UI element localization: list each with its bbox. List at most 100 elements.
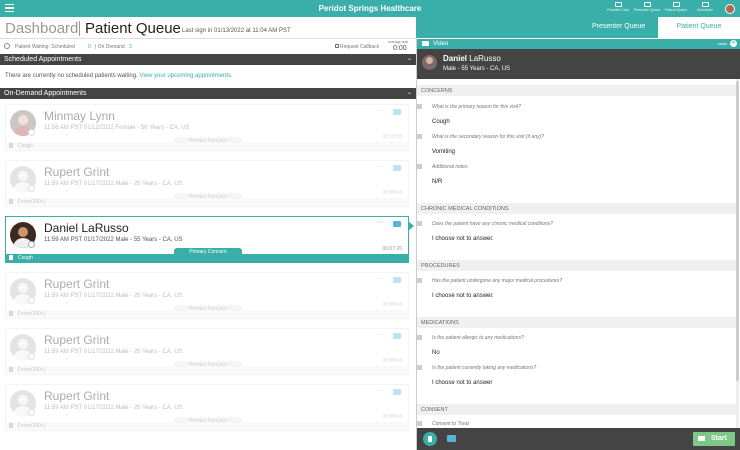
clipboard-icon xyxy=(9,199,13,204)
question: Consent to Treat xyxy=(417,421,469,427)
chat-icon[interactable] xyxy=(393,221,401,227)
clipboard-icon xyxy=(428,436,432,442)
start-button[interactable]: Start xyxy=(693,432,735,446)
more-options-icon[interactable]: ··· xyxy=(377,387,384,394)
wait-time: 00:10:53 xyxy=(382,134,402,140)
request-callback-button[interactable]: Request Callback xyxy=(340,44,379,50)
patient-name: Rupert Grint xyxy=(44,389,110,403)
queue-status-bar: Patient Waiting: Scheduled 0 | On Demand… xyxy=(0,38,416,54)
patient-card[interactable]: Rupert Grint 11:59 AM PST 01/17/2022 Mal… xyxy=(5,384,409,431)
dashboard-breadcrumb[interactable]: Dashboard xyxy=(5,20,78,37)
tab-presenter-queue[interactable]: Presenter Queue xyxy=(592,23,645,30)
chevron-down-icon[interactable]: ⌄ xyxy=(407,55,412,62)
chat-icon[interactable] xyxy=(393,333,401,339)
clipboard-button[interactable] xyxy=(423,432,437,446)
patient-card[interactable]: Rupert Grint 11:59 AM PST 01/17/2022 Mal… xyxy=(5,160,409,207)
patient-name: Daniel LaRusso xyxy=(44,221,129,235)
more-options-icon[interactable]: ··· xyxy=(377,163,384,170)
provider-chat-button[interactable]: Provider Chat xyxy=(603,2,633,12)
scheduler-button[interactable]: Scheduler xyxy=(690,2,720,12)
checkbox[interactable] xyxy=(417,421,422,426)
checkbox[interactable] xyxy=(417,221,422,226)
close-label[interactable]: close xyxy=(718,41,727,46)
checkbox[interactable] xyxy=(417,164,422,169)
device-icon xyxy=(28,353,35,360)
concern-bar: Cough xyxy=(6,142,408,150)
clipboard-icon xyxy=(9,423,13,428)
chat-icon[interactable] xyxy=(447,435,456,442)
device-icon xyxy=(28,409,35,416)
patient-meta: Male - 55 Years - CA, US xyxy=(443,66,511,72)
chat-icon[interactable] xyxy=(393,165,401,171)
answer: I choose not to answer xyxy=(432,380,493,386)
queue-tabs: Presenter Queue Patient Queue xyxy=(416,17,740,38)
patient-card-selected[interactable]: Daniel LaRusso 11:59 AM PST 01/17/2022 M… xyxy=(5,216,414,263)
checkbox[interactable] xyxy=(417,134,422,139)
scrollbar[interactable] xyxy=(736,79,739,428)
user-avatar[interactable] xyxy=(725,4,735,14)
chat-icon[interactable] xyxy=(393,109,401,115)
patient-meta: 11:56 AM PST 01/12/2022 Female - 56 Year… xyxy=(44,125,190,131)
selection-pointer xyxy=(408,221,414,231)
patient-card[interactable]: Rupert Grint 11:59 AM PST 01/17/2022 Mal… xyxy=(5,328,409,375)
more-options-icon[interactable]: ··· xyxy=(377,107,384,114)
patient-meta: 11:59 AM PST 01/17/2022 Male - 26 Years … xyxy=(44,181,183,187)
patient-card[interactable]: Rupert Grint 11:59 AM PST 01/17/2022 Mal… xyxy=(5,272,409,319)
upcoming-appointments-link[interactable]: View your upcoming appointments. xyxy=(139,73,232,79)
presenter-queue-icon xyxy=(643,2,651,7)
more-options-icon[interactable]: ··· xyxy=(377,331,384,338)
section-consent: CONSENT xyxy=(417,404,737,415)
patient-queue-button[interactable]: Patient Queue xyxy=(661,2,691,12)
patient-meta: 11:59 AM PST 01/17/2022 Male - 26 Years … xyxy=(44,349,183,355)
video-panel-header: Video close ✕ xyxy=(417,39,740,49)
intake-form: CONCERNS What is the primary reason for … xyxy=(417,79,740,428)
wait-time: 00:08:04 xyxy=(382,302,402,308)
question: Has the patient undergone any major medi… xyxy=(417,278,562,284)
more-options-icon[interactable]: ··· xyxy=(377,219,384,226)
checkbox[interactable] xyxy=(417,335,422,340)
patient-card[interactable]: Minmay Lynn 11:56 AM PST 01/12/2022 Fema… xyxy=(5,104,409,151)
question: What is the primary reason for this visi… xyxy=(417,104,521,110)
clipboard-icon xyxy=(9,311,13,316)
concern-bar: Fever(100+) xyxy=(6,366,408,374)
clipboard-icon xyxy=(9,367,13,372)
section-concerns: CONCERNS xyxy=(417,85,737,96)
answer: Cough xyxy=(432,119,450,125)
answer: No xyxy=(432,350,440,356)
patient-name: Rupert Grint xyxy=(44,333,110,347)
device-icon xyxy=(28,129,35,136)
page-header: Dashboard Patient Queue Last sign in 01/… xyxy=(0,17,416,38)
concern-bar: Fever(100+) xyxy=(6,310,408,318)
presenter-queue-button[interactable]: Presenter Queue xyxy=(632,2,662,12)
wait-time: 00:08:04 xyxy=(382,358,402,364)
ondemand-label: | On Demand xyxy=(95,44,125,50)
device-icon xyxy=(28,297,35,304)
average-wait-label: average wait xyxy=(388,40,408,44)
chat-icon xyxy=(614,2,622,7)
clipboard-icon xyxy=(9,255,13,260)
checkbox[interactable] xyxy=(417,104,422,109)
chevron-down-icon[interactable]: ⌄ xyxy=(407,89,412,96)
tab-patient-queue[interactable]: Patient Queue xyxy=(658,17,740,38)
patient-queue-icon xyxy=(672,2,680,7)
answer: Vomiting xyxy=(432,149,456,155)
chat-icon[interactable] xyxy=(393,389,401,395)
no-scheduled-message: There are currently no scheduled patient… xyxy=(5,73,233,79)
patient-meta: 11:59 AM PST 01/17/2022 Male - 26 Years … xyxy=(44,405,183,411)
patient-meta: 11:59 AM PST 01/17/2022 Male - 26 Years … xyxy=(44,293,183,299)
patient-waiting-label: Patient Waiting: Scheduled xyxy=(15,44,75,50)
concern-bar: Fever(100+) xyxy=(6,198,408,206)
question: Is the patient currently taking any medi… xyxy=(417,365,536,371)
checkbox[interactable] xyxy=(417,365,422,370)
ondemand-section-header[interactable]: On-Demand Appointments ⌄ xyxy=(0,88,416,99)
video-camera-icon xyxy=(422,41,429,46)
header-divider xyxy=(79,21,80,36)
page-title: Patient Queue xyxy=(85,20,181,37)
more-options-icon[interactable]: ··· xyxy=(377,275,384,282)
checkbox[interactable] xyxy=(417,278,422,283)
scheduled-section-header[interactable]: Scheduled Appointments ⌄ xyxy=(0,54,416,65)
chat-icon[interactable] xyxy=(393,277,401,283)
calendar-icon xyxy=(701,2,709,7)
close-icon[interactable]: ✕ xyxy=(730,40,737,47)
patient-name: Rupert Grint xyxy=(44,165,110,179)
